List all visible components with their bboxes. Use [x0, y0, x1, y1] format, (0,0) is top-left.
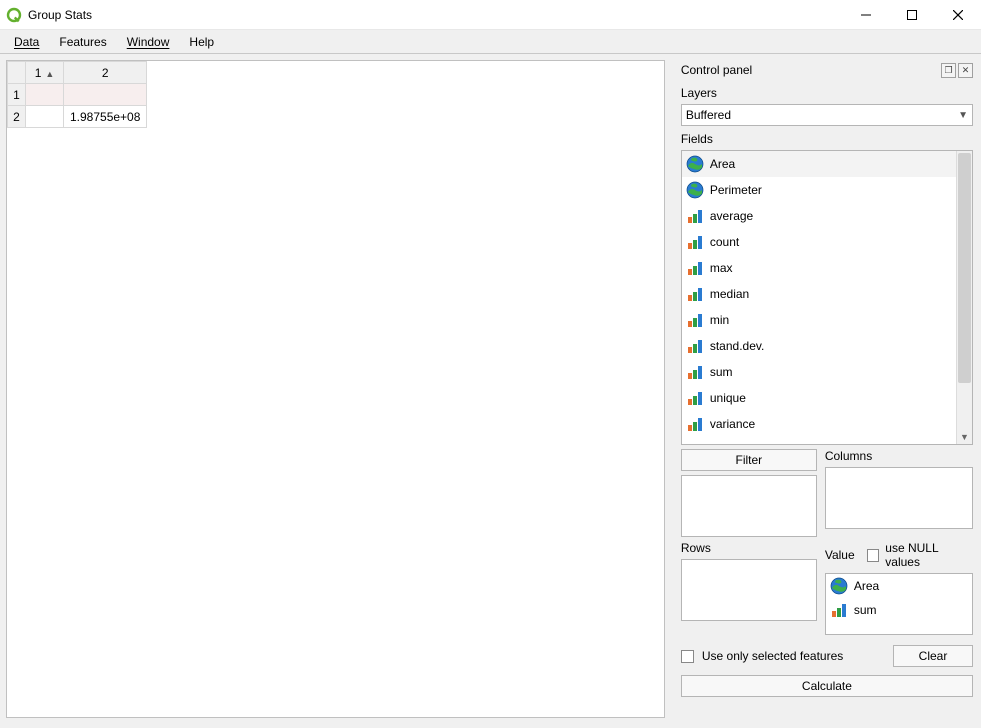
field-item-label: Perimeter — [710, 183, 762, 197]
bars-icon — [686, 389, 704, 407]
rows-dropbox[interactable] — [681, 559, 817, 621]
use-null-label: use NULL values — [885, 541, 973, 569]
panel-undock-button[interactable]: ❐ — [941, 63, 956, 78]
field-item-label: Area — [710, 157, 735, 171]
layers-label: Layers — [681, 86, 973, 100]
globe-icon — [686, 181, 704, 199]
field-item[interactable]: sum — [682, 359, 956, 385]
globe-icon — [830, 577, 848, 595]
field-item[interactable]: Perimeter — [682, 177, 956, 203]
use-selected-label: Use only selected features — [702, 649, 843, 663]
field-item-label: sum — [710, 365, 733, 379]
value-dropbox[interactable]: Area sum — [825, 573, 973, 635]
field-item-label: max — [710, 261, 733, 275]
use-selected-checkbox[interactable] — [681, 650, 694, 663]
field-item-label: min — [710, 313, 729, 327]
bars-icon — [686, 337, 704, 355]
field-item[interactable]: variance — [682, 411, 956, 437]
bars-icon — [686, 363, 704, 381]
filter-dropbox[interactable] — [681, 475, 817, 537]
results-table[interactable]: 1▲ 2 1 2 1.98755e+08 — [7, 61, 147, 128]
chevron-down-icon: ▼ — [958, 110, 968, 121]
column-header-1[interactable]: 1▲ — [26, 62, 64, 84]
use-null-checkbox[interactable] — [867, 549, 880, 562]
field-item[interactable]: min — [682, 307, 956, 333]
layers-combo[interactable]: Buffered ▼ — [681, 104, 973, 126]
clear-button[interactable]: Clear — [893, 645, 973, 667]
value-item[interactable]: sum — [826, 598, 972, 622]
cell-2-1[interactable] — [26, 106, 64, 128]
bars-icon — [686, 207, 704, 225]
menu-data[interactable]: Data — [4, 32, 49, 52]
minimize-button[interactable] — [843, 0, 889, 30]
menu-help[interactable]: Help — [179, 32, 224, 52]
filter-button[interactable]: Filter — [681, 449, 817, 471]
menu-bar: Data Features Window Help — [0, 30, 981, 54]
columns-dropbox[interactable] — [825, 467, 973, 529]
fields-label: Fields — [681, 132, 973, 146]
field-item-label: average — [710, 209, 753, 223]
field-item[interactable]: stand.dev. — [682, 333, 956, 359]
row-header-2[interactable]: 2 — [8, 106, 26, 128]
corner-header[interactable] — [8, 62, 26, 84]
maximize-button[interactable] — [889, 0, 935, 30]
field-item[interactable]: unique — [682, 385, 956, 411]
value-item[interactable]: Area — [826, 574, 972, 598]
results-table-container: 1▲ 2 1 2 1.98755e+08 — [6, 60, 665, 718]
value-label: Value — [825, 548, 855, 562]
field-item[interactable]: average — [682, 203, 956, 229]
close-button[interactable] — [935, 0, 981, 30]
value-item-label: sum — [854, 603, 877, 617]
column-header-2[interactable]: 2 — [64, 62, 147, 84]
field-item[interactable]: max — [682, 255, 956, 281]
field-item[interactable]: count — [682, 229, 956, 255]
calculate-button[interactable]: Calculate — [681, 675, 973, 697]
bars-icon — [686, 311, 704, 329]
fields-list[interactable]: Area Perimeter average count max median min sta… — [682, 151, 956, 444]
rows-label: Rows — [681, 541, 817, 555]
bars-icon — [686, 285, 704, 303]
panel-close-button[interactable]: ✕ — [958, 63, 973, 78]
field-item-label: stand.dev. — [710, 339, 764, 353]
layers-combo-value: Buffered — [686, 108, 958, 122]
window-title: Group Stats — [28, 8, 92, 22]
field-item-label: unique — [710, 391, 746, 405]
menu-window[interactable]: Window — [117, 32, 180, 52]
globe-icon — [686, 155, 704, 173]
panel-title: Control panel — [681, 63, 939, 77]
cell-1-2[interactable] — [64, 84, 147, 106]
app-icon — [6, 7, 22, 23]
columns-label: Columns — [825, 449, 973, 463]
field-item[interactable]: median — [682, 281, 956, 307]
bars-icon — [686, 415, 704, 433]
cell-2-2[interactable]: 1.98755e+08 — [64, 106, 147, 128]
row-header-1[interactable]: 1 — [8, 84, 26, 106]
sort-ascending-icon: ▲ — [45, 69, 54, 79]
bars-icon — [686, 259, 704, 277]
field-item-label: variance — [710, 417, 755, 431]
field-item-label: median — [710, 287, 749, 301]
bars-icon — [686, 233, 704, 251]
fields-scrollbar[interactable]: ▼ — [956, 151, 972, 444]
field-item-label: count — [710, 235, 739, 249]
value-item-label: Area — [854, 579, 879, 593]
menu-features[interactable]: Features — [49, 32, 116, 52]
cell-1-1[interactable] — [26, 84, 64, 106]
field-item[interactable]: Area — [682, 151, 956, 177]
bars-icon — [830, 601, 848, 619]
